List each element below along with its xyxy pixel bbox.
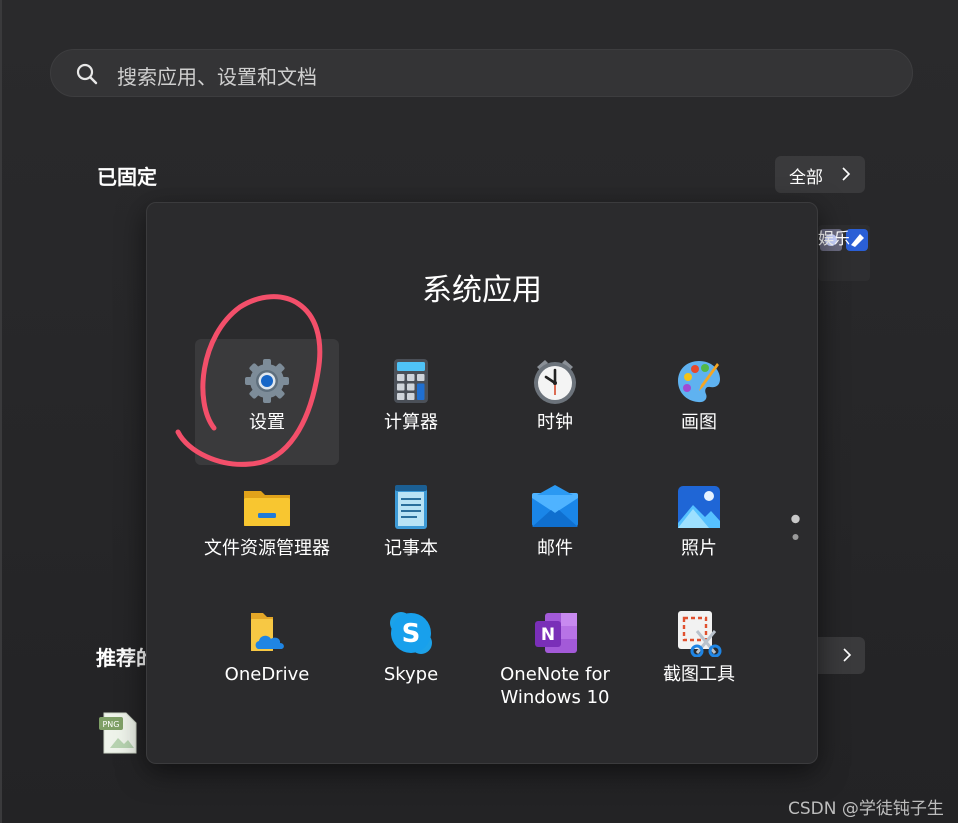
png-file-icon[interactable]: PNG: [98, 712, 138, 754]
window-edge: [0, 0, 2, 823]
png-badge: PNG: [102, 720, 119, 729]
app-tile-mail[interactable]: 邮件: [483, 465, 627, 591]
svg-text:S: S: [402, 619, 421, 649]
app-tile-snipping-tool[interactable]: 截图工具: [627, 591, 771, 717]
snipping-tool-icon: [678, 611, 722, 657]
app-tile-notepad[interactable]: 记事本: [339, 465, 483, 591]
skype-icon: S: [390, 612, 432, 654]
settings-gear-icon: [245, 359, 289, 403]
clock-icon: [534, 360, 576, 404]
onedrive-icon: [251, 613, 284, 651]
app-tile-clock[interactable]: 时钟: [483, 339, 627, 465]
all-apps-label: 全部: [789, 168, 823, 188]
search-placeholder: 搜索应用、设置和文档: [117, 65, 317, 89]
app-tile-photos[interactable]: 照片: [627, 465, 771, 591]
app-tile-onedrive[interactable]: OneDrive: [195, 591, 339, 717]
app-tile-calculator[interactable]: 计算器: [339, 339, 483, 465]
app-name: 截图工具: [663, 664, 735, 685]
calculator-icon: [394, 359, 428, 403]
entertainment-label: 娱乐: [818, 229, 851, 248]
app-name: 画图: [681, 412, 717, 433]
system-apps-folder-popup: 系统应用 设置 计算器 时钟 画图 文件资源管理器 记事本 邮件 照片 OneD…: [146, 202, 818, 764]
search-bar[interactable]: 搜索应用、设置和文档: [50, 49, 913, 97]
chevron-right-icon: [842, 167, 851, 181]
app-tile-skype[interactable]: S Skype: [339, 591, 483, 717]
app-tile-settings[interactable]: 设置: [195, 339, 339, 465]
all-apps-button[interactable]: 全部: [775, 156, 865, 193]
search-icon: [76, 63, 98, 85]
folder-title: 系统应用: [422, 273, 542, 308]
file-explorer-folder-icon: [244, 491, 290, 526]
more-button[interactable]: [818, 637, 865, 674]
svg-text:N: N: [541, 625, 555, 645]
photos-icon: [678, 486, 720, 528]
mail-icon: [532, 485, 578, 527]
app-name: 照片: [681, 538, 717, 559]
app-tile-paint[interactable]: 画图: [627, 339, 771, 465]
chevron-right-icon: [843, 648, 852, 662]
watermark: CSDN @学徒钝子生: [788, 799, 944, 819]
paint-palette-icon: [678, 361, 720, 403]
notepad-icon: [395, 485, 427, 529]
page-indicator[interactable]: [791, 514, 801, 544]
app-tile-file-explorer[interactable]: 文件资源管理器: [195, 465, 339, 591]
app-tile-onenote[interactable]: N OneNote for Windows 10: [483, 591, 627, 717]
pinned-section-title: 已固定: [97, 165, 157, 189]
onenote-icon: N: [535, 613, 577, 653]
